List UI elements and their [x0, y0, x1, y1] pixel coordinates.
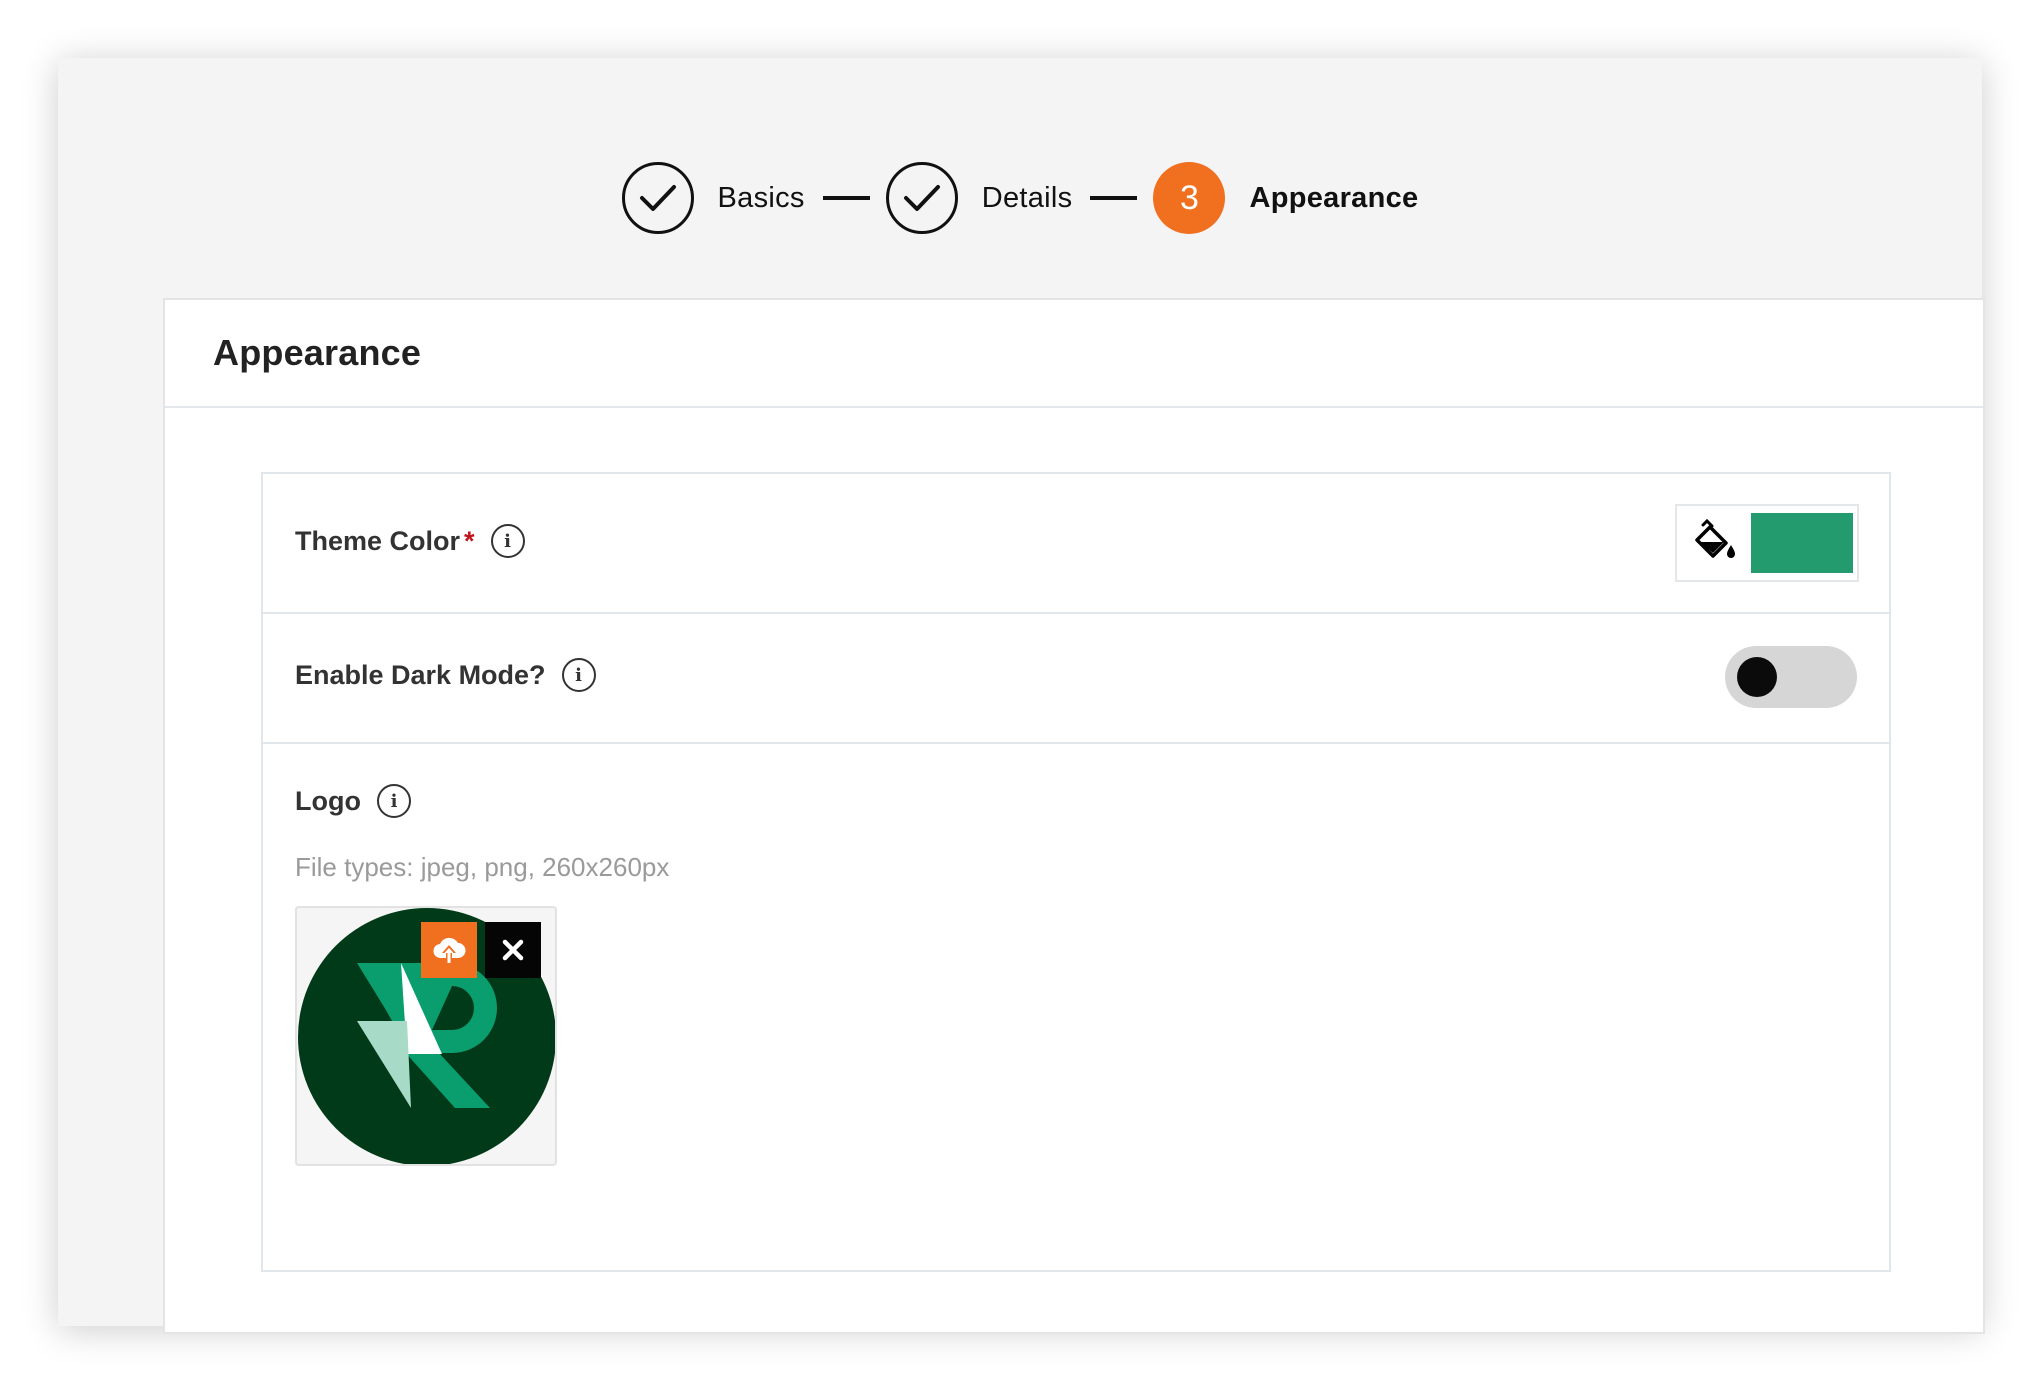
app-window: Basics Details 3 Appearance Appearance T… — [58, 58, 1985, 1334]
step-number: 3 — [1153, 162, 1226, 234]
logo-file-hint: File types: jpeg, png, 260x260px — [295, 852, 670, 882]
step-connector — [822, 196, 870, 200]
theme-color-row: Theme Color * i — [263, 474, 1889, 614]
check-icon — [621, 162, 694, 234]
logo-label: Logo — [295, 785, 361, 816]
close-icon — [502, 939, 524, 961]
step-basics[interactable]: Basics — [621, 162, 805, 234]
settings-panel: Theme Color * i Enable Dark Mode? i Logo… — [261, 472, 1891, 1272]
required-marker: * — [464, 525, 475, 556]
step-label: Details — [981, 181, 1073, 214]
theme-color-label: Theme Color — [295, 525, 461, 556]
step-appearance[interactable]: 3 Appearance — [1153, 162, 1418, 234]
step-details[interactable]: Details — [885, 162, 1073, 234]
dark-mode-toggle[interactable] — [1725, 646, 1857, 708]
upload-logo-button[interactable] — [421, 922, 477, 978]
info-icon[interactable]: i — [376, 784, 411, 818]
stepper: Basics Details 3 Appearance — [58, 162, 1982, 234]
step-connector — [1090, 196, 1138, 200]
paint-bucket-icon — [1695, 519, 1735, 558]
check-icon — [885, 162, 958, 234]
theme-color-swatch[interactable] — [1751, 513, 1853, 573]
theme-color-picker[interactable] — [1675, 504, 1859, 582]
logo-preview — [295, 906, 557, 1166]
step-label: Appearance — [1249, 181, 1419, 214]
card-title: Appearance — [213, 332, 422, 373]
dark-mode-row: Enable Dark Mode? i — [263, 614, 1889, 744]
info-icon[interactable]: i — [490, 524, 525, 558]
card-header: Appearance — [165, 300, 1983, 408]
step-label: Basics — [717, 181, 805, 214]
cloud-upload-icon — [433, 937, 466, 964]
remove-logo-button[interactable] — [485, 922, 541, 978]
dark-mode-label: Enable Dark Mode? — [295, 659, 546, 690]
appearance-card: Appearance Theme Color * i Enable Dark M… — [163, 298, 1985, 1334]
info-icon[interactable]: i — [561, 658, 596, 692]
toggle-knob — [1737, 657, 1777, 697]
logo-row: Logo i File types: jpeg, png, 260x260px — [263, 744, 1889, 1268]
